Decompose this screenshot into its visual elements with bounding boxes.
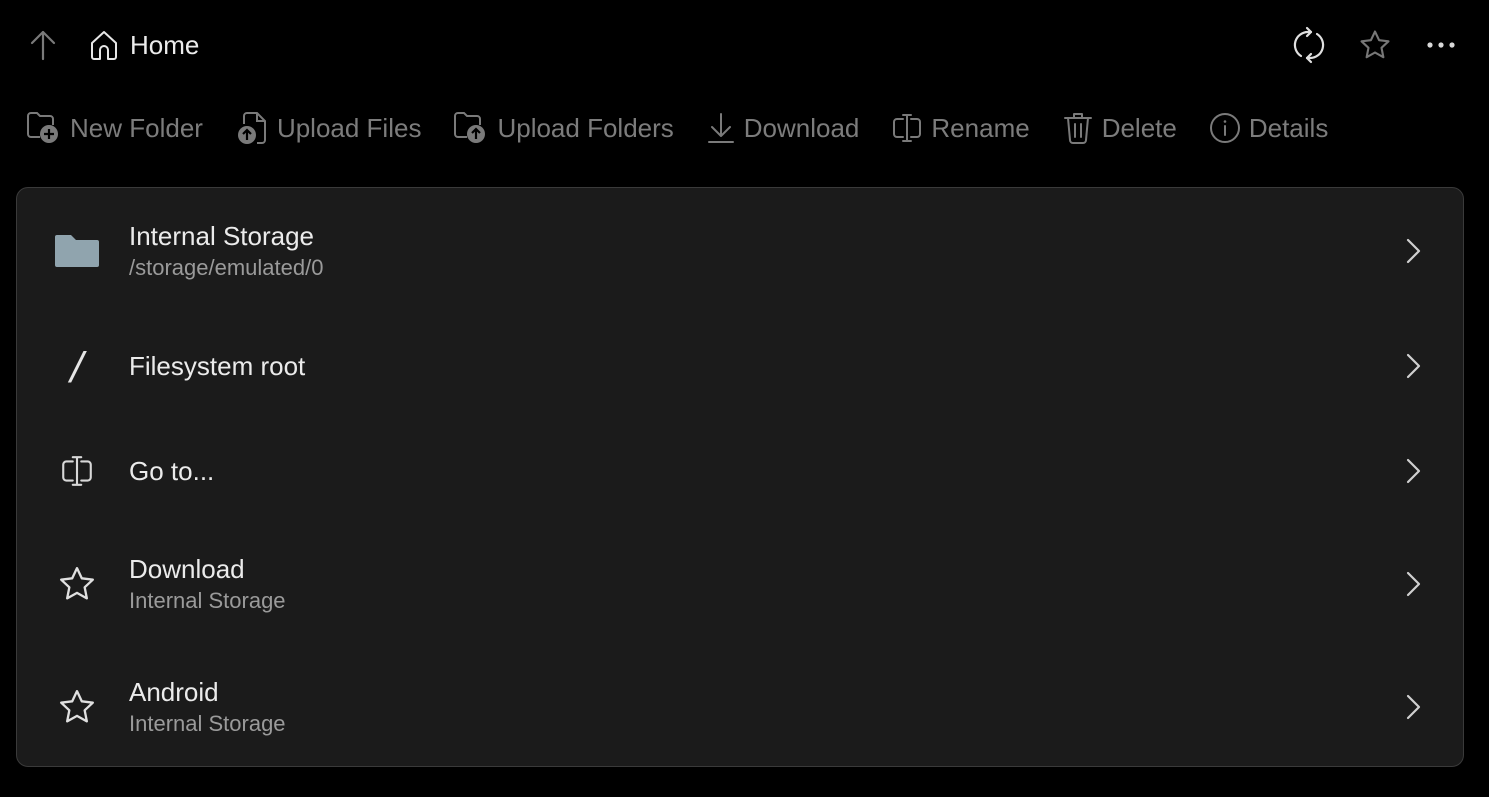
download-button[interactable]: Download	[706, 104, 860, 152]
chevron-right-icon	[1401, 456, 1425, 486]
refresh-icon	[1293, 26, 1325, 64]
location-title: Download	[129, 554, 245, 584]
chevron-right-icon	[1401, 569, 1425, 599]
upload-files-button[interactable]: Upload Files	[235, 104, 422, 152]
rename-icon	[893, 114, 922, 142]
command-toolbar: New Folder Upload Files Upload Folders D…	[26, 104, 1360, 152]
slash-icon: /	[70, 343, 84, 388]
text-cursor-icon	[53, 447, 101, 495]
location-title: Internal Storage	[129, 220, 315, 251]
locations-list: Internal Storage /storage/emulated/0 / F…	[16, 187, 1464, 767]
info-icon	[1209, 113, 1240, 143]
upload-folders-label: Upload Folders	[497, 112, 674, 143]
location-go-to[interactable]: Go to...	[17, 418, 1463, 523]
download-icon	[707, 113, 734, 143]
rename-button[interactable]: Rename	[891, 104, 1030, 152]
location-subtitle: Internal Storage	[129, 588, 286, 613]
rename-label: Rename	[931, 112, 1030, 143]
breadcrumb-home[interactable]: Home	[88, 26, 199, 64]
top-bar: Home	[0, 0, 1489, 90]
location-bookmark-download[interactable]: Download Internal Storage	[17, 530, 1463, 638]
favorite-button[interactable]	[1357, 26, 1393, 64]
star-icon	[1360, 30, 1390, 59]
home-icon	[91, 31, 117, 60]
location-filesystem-root[interactable]: / Filesystem root	[17, 313, 1463, 418]
chevron-right-icon	[1401, 351, 1425, 381]
location-title: Android	[129, 677, 219, 707]
more-horizontal-icon	[1427, 42, 1455, 48]
location-title: Go to...	[129, 455, 215, 486]
breadcrumb-label: Home	[130, 29, 200, 60]
upload-files-label: Upload Files	[276, 112, 422, 143]
location-title: Filesystem root	[129, 350, 306, 381]
location-subtitle: Internal Storage	[129, 711, 286, 736]
folder-upload-icon	[454, 112, 486, 143]
arrow-up-icon	[30, 30, 56, 61]
more-options-button[interactable]	[1423, 26, 1459, 64]
trash-icon	[1063, 113, 1092, 144]
navigate-up-button[interactable]	[26, 28, 60, 62]
new-folder-label: New Folder	[70, 112, 203, 143]
details-label: Details	[1248, 112, 1329, 143]
chevron-right-icon	[1401, 236, 1425, 266]
file-upload-icon	[237, 112, 266, 144]
folder-add-icon	[27, 112, 58, 143]
location-bookmark-android[interactable]: Android Internal Storage	[17, 653, 1463, 761]
details-button[interactable]: Details	[1209, 104, 1328, 152]
star-icon	[53, 683, 101, 731]
chevron-right-icon	[1401, 692, 1425, 722]
delete-label: Delete	[1101, 112, 1177, 143]
new-folder-button[interactable]: New Folder	[26, 104, 203, 152]
delete-button[interactable]: Delete	[1062, 104, 1177, 152]
location-internal-storage[interactable]: Internal Storage /storage/emulated/0	[17, 198, 1463, 303]
star-icon	[53, 560, 101, 608]
location-subtitle: /storage/emulated/0	[129, 254, 324, 280]
download-label: Download	[743, 112, 860, 143]
refresh-button[interactable]	[1291, 26, 1327, 64]
folder-icon	[53, 227, 101, 275]
upload-folders-button[interactable]: Upload Folders	[453, 104, 674, 152]
